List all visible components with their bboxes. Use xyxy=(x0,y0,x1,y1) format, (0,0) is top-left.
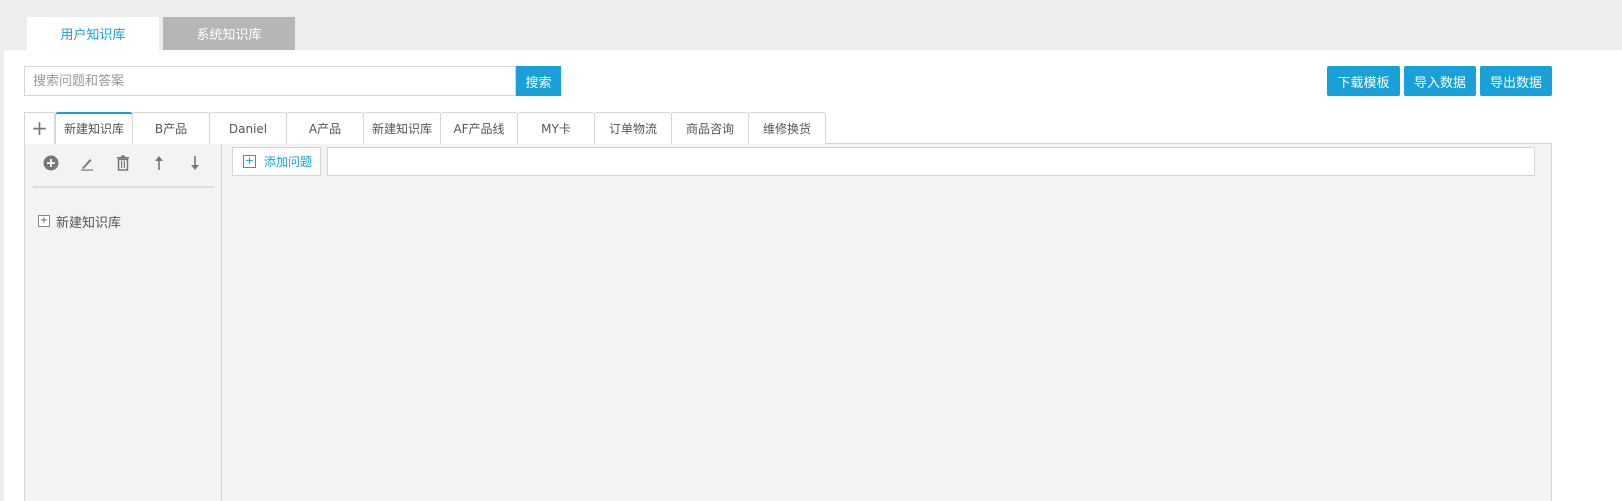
add-question-button[interactable]: + 添加问题 xyxy=(232,147,321,176)
kb-tab[interactable]: AF产品线 xyxy=(440,112,518,144)
plus-icon: + xyxy=(243,154,256,168)
search-button[interactable]: 搜索 xyxy=(516,66,561,96)
import-data-button[interactable]: 导入数据 xyxy=(1404,66,1476,96)
kb-tab[interactable]: MY卡 xyxy=(517,112,595,144)
tab-user-knowledge-base[interactable]: 用户知识库 xyxy=(27,17,159,51)
main-content: 搜索 下载模板 导入数据 导出数据 + 新建知识库 B产品 Daniel A产品… xyxy=(4,50,1622,501)
kb-tab[interactable]: 订单物流 xyxy=(594,112,672,144)
kb-tab[interactable]: 新建知识库 xyxy=(363,112,441,144)
edit-pencil-icon[interactable] xyxy=(77,152,97,174)
add-question-label: 添加问题 xyxy=(264,155,313,169)
download-template-button[interactable]: 下载模板 xyxy=(1327,66,1400,96)
kb-tab[interactable]: 维修换货 xyxy=(748,112,826,144)
category-sidebar: + 新建知识库 xyxy=(25,144,222,501)
tree-item-label: 新建知识库 xyxy=(56,215,122,231)
add-circle-icon[interactable] xyxy=(41,152,61,174)
tab-system-knowledge-base[interactable]: 系统知识库 xyxy=(163,17,295,51)
question-input[interactable] xyxy=(327,147,1535,176)
knowledge-base-tabs: + 新建知识库 B产品 Daniel A产品 新建知识库 AF产品线 MY卡 订… xyxy=(24,112,1552,145)
export-data-button[interactable]: 导出数据 xyxy=(1480,66,1552,96)
kb-tab[interactable]: 新建知识库 xyxy=(55,112,133,145)
kb-tab[interactable]: A产品 xyxy=(286,112,364,144)
sidebar-divider xyxy=(33,186,214,188)
kb-tab[interactable]: B产品 xyxy=(132,112,210,144)
trash-icon[interactable] xyxy=(113,152,133,174)
search-input[interactable] xyxy=(24,66,516,96)
expand-icon[interactable]: + xyxy=(38,215,50,227)
tree-item[interactable]: + 新建知识库 xyxy=(38,211,121,231)
add-tab-button[interactable]: + xyxy=(24,112,55,144)
kb-tab[interactable]: 商品咨询 xyxy=(671,112,749,144)
arrow-up-icon[interactable] xyxy=(149,152,169,174)
top-tab-bar: 用户知识库 系统知识库 xyxy=(0,0,1622,51)
kb-tab[interactable]: Daniel xyxy=(209,112,287,144)
kb-panel: + 新建知识库 + 添加问题 xyxy=(24,144,1552,501)
arrow-down-icon[interactable] xyxy=(185,152,205,174)
